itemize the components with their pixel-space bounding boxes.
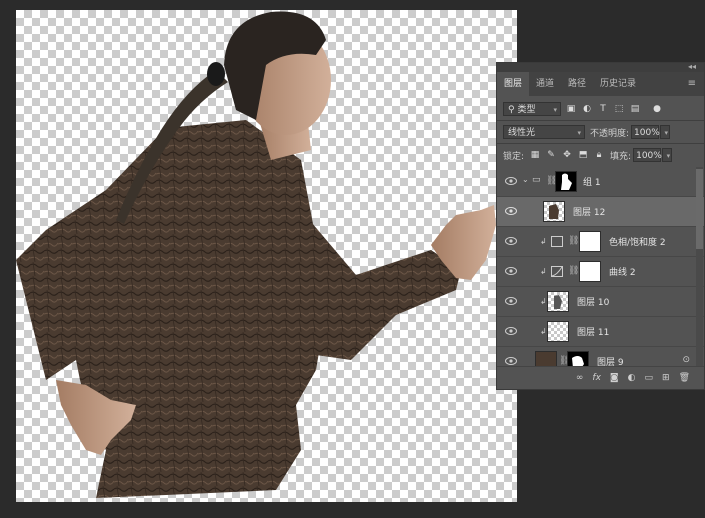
divider [497,143,704,144]
double-chevron-icon[interactable]: ◂◂ [688,62,696,71]
opacity-slider-button[interactable]: ▾ [660,125,671,139]
curves-icon[interactable] [551,266,563,277]
image-filter-icon[interactable]: ▣ [565,103,577,115]
new-group-icon[interactable]: ▭ [645,373,654,383]
layer-thumbnail[interactable] [547,321,569,342]
fill-value: 100% [636,151,662,161]
lock-all-icon[interactable]: 🔒︎ [593,149,605,161]
woman-bark-texture-illustration [16,11,496,498]
filter-row: ⚲ 类型 ▾ ▣ ◐ T ⬚ ▤ ● [497,100,704,118]
layer-row-11[interactable]: ↲ 图层 11 [497,317,704,347]
layer-name[interactable]: 图层 11 [577,325,609,338]
layer-name[interactable]: 图层 12 [573,205,605,218]
new-adjustment-icon[interactable]: ◐ [628,373,636,383]
link-icon: ⛓ [568,266,580,276]
bark-figure-thumbnail [549,204,559,219]
lock-row: 锁定: ▦ ✎ ✥ ⬒ 🔒︎ 填充: 100% ▾ [497,146,704,164]
document-canvas[interactable] [16,10,517,502]
new-layer-icon[interactable]: ⊞ [662,373,670,383]
lock-artboard-icon[interactable]: ⬒ [577,149,589,161]
filter-toggle-icon[interactable]: ● [651,103,663,115]
fill-field[interactable]: 100% [633,148,662,162]
smart-object-filter-icon[interactable]: ▤ [629,103,641,115]
text-filter-icon[interactable]: T [597,103,609,115]
layer-list[interactable]: ⌄ ▭ ⛓ 组 1 图层 12 ↲ ⛓ 色相/饱和度 2 ↲ ⛓ 曲线 2 ↲ … [497,167,704,372]
layers-panel: ◂◂ 图层 通道 路径 历史记录 ≡ ⚲ 类型 ▾ ▣ ◐ T ⬚ ▤ ● 线性… [496,62,705,390]
eye-icon[interactable] [505,326,517,336]
layer-row-12[interactable]: 图层 12 [497,197,704,227]
layer-row-curves-2[interactable]: ↲ ⛓ 曲线 2 [497,257,704,287]
adjustment-filter-icon[interactable]: ◐ [581,103,593,115]
chevron-down-icon: ▾ [666,152,671,160]
lock-pixels-icon[interactable]: ▦ [529,149,541,161]
link-layers-icon[interactable]: ∞ [576,373,584,383]
filter-type-label: 类型 [517,105,536,115]
lock-position-icon[interactable]: ✥ [561,149,573,161]
panel-menu-icon[interactable]: ≡ [688,78,696,89]
layer-thumbnail[interactable] [547,291,569,312]
layer-mask-thumbnail[interactable] [579,231,601,252]
eye-icon[interactable] [505,296,517,306]
panel-header-bar: ◂◂ [497,62,704,72]
layer-name[interactable]: 图层 10 [577,295,609,308]
fill-slider-button[interactable]: ▾ [662,148,673,162]
layer-name[interactable]: 曲线 2 [609,265,636,278]
layers-bottom-toolbar: ∞ fx ◙ ◐ ▭ ⊞ 🗑︎ [497,366,704,389]
opacity-field[interactable]: 100% [631,125,660,139]
link-icon: ⛓ [568,236,580,246]
shape-filter-icon[interactable]: ⬚ [613,103,625,115]
tab-channels[interactable]: 通道 [529,72,561,96]
delete-icon[interactable]: 🗑︎ [679,373,690,383]
layer-name[interactable]: 组 1 [583,175,601,188]
lock-label: 锁定: [503,151,525,162]
filter-type-dropdown[interactable]: ⚲ 类型 ▾ [503,102,561,116]
layer-thumbnail[interactable] [543,201,565,222]
tab-history[interactable]: 历史记录 [593,72,643,96]
panel-tabs: 图层 通道 路径 历史记录 ≡ [497,72,704,96]
chevron-down-icon: ▾ [664,129,669,137]
divider [497,120,704,121]
lock-image-icon[interactable]: ✎ [545,149,557,161]
add-mask-icon[interactable]: ◙ [610,373,619,383]
group-mask-thumbnail[interactable] [555,171,577,192]
layer-name[interactable]: 色相/饱和度 2 [609,235,666,248]
eye-icon[interactable] [505,176,517,186]
chevron-down-icon: ▾ [553,106,557,114]
chevron-down-icon: ▾ [577,129,581,137]
folder-icon: ▭ [532,175,541,185]
eye-icon[interactable] [505,206,517,216]
layer-row-hue-saturation-2[interactable]: ↲ ⛓ 色相/饱和度 2 [497,227,704,257]
layer-row-10[interactable]: ↲ 图层 10 [497,287,704,317]
figure-thumbnail [554,295,562,309]
blend-mode-dropdown[interactable]: 线性光 ▾ [503,125,585,139]
clipping-arrow-icon: ↲ [540,237,547,246]
clipping-arrow-icon: ↲ [540,297,547,306]
layer-row-group-1[interactable]: ⌄ ▭ ⛓ 组 1 [497,167,704,197]
silhouette-mask-icon [561,173,572,190]
chevron-down-icon[interactable]: ⌄ [522,175,529,184]
eye-icon[interactable] [505,356,517,366]
eye-icon[interactable] [505,266,517,276]
tab-paths[interactable]: 路径 [561,72,593,96]
fx-icon[interactable]: fx [592,373,601,383]
eye-icon[interactable] [505,236,517,246]
blend-row: 线性光 ▾ 不透明度: 100% ▾ [497,123,704,141]
opacity-label: 不透明度: [590,128,630,139]
layer-mask-thumbnail[interactable] [579,261,601,282]
clipping-arrow-icon: ↲ [540,267,547,276]
hue-saturation-icon[interactable] [551,236,563,247]
clipping-arrow-icon: ↲ [540,327,547,336]
smart-filter-icon[interactable]: ⊙ [682,355,690,365]
fill-label: 填充: [610,151,632,162]
opacity-value: 100% [634,128,660,138]
tab-layers[interactable]: 图层 [497,72,530,96]
scrollbar-thumb[interactable] [696,169,703,249]
blend-mode-value: 线性光 [508,128,536,138]
